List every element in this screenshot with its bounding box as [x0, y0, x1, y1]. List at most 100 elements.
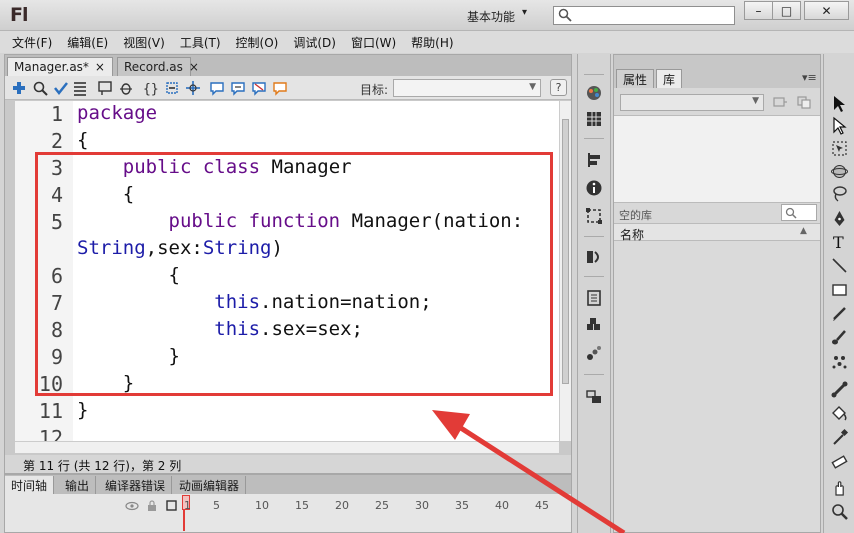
library-column-header[interactable]: 名称 ▲	[614, 223, 820, 242]
dock-divider	[584, 276, 604, 277]
lasso-tool-icon[interactable]	[830, 184, 849, 203]
align-icon[interactable]	[585, 151, 603, 169]
swatches-icon[interactable]	[585, 110, 603, 128]
expand-all-icon[interactable]	[185, 80, 201, 96]
pen-tool-icon[interactable]	[830, 209, 849, 228]
code-snippets-icon[interactable]	[585, 248, 603, 266]
workspace-switcher[interactable]: 基本功能	[467, 8, 515, 25]
line-number: 2	[50, 129, 63, 153]
remove-comment-icon[interactable]	[251, 80, 267, 96]
selection-tool-icon[interactable]	[830, 94, 849, 113]
sort-ascending-icon[interactable]: ▲	[800, 226, 807, 236]
paint-bucket-tool-icon[interactable]	[830, 404, 849, 423]
line-tool-icon[interactable]	[830, 256, 849, 275]
find-icon[interactable]	[32, 80, 48, 96]
text-tool-icon[interactable]: T	[830, 232, 849, 251]
menu-control[interactable]: 控制(O)	[236, 34, 279, 51]
library-document-select[interactable]: ▼	[620, 94, 764, 111]
frame-ruler[interactable]: 1 5 10 15 20 25 30 35 40 45	[5, 494, 571, 532]
components-icon[interactable]	[585, 289, 603, 307]
frame-number: 30	[415, 499, 429, 512]
tab-output[interactable]: 输出	[59, 476, 97, 494]
dock-divider	[584, 74, 604, 75]
add-statement-icon[interactable]	[11, 80, 27, 96]
help-icon[interactable]: ?	[550, 79, 567, 96]
info-icon[interactable]	[585, 179, 603, 197]
close-icon[interactable]: ×	[95, 60, 105, 74]
apply-line-comment-icon[interactable]	[230, 80, 246, 96]
horizontal-scrollbar[interactable]	[15, 441, 559, 453]
pencil-tool-icon[interactable]	[830, 304, 849, 323]
code-token: {	[77, 129, 89, 151]
code-token: }	[122, 372, 135, 394]
bone-tool-icon[interactable]	[830, 380, 849, 399]
tab-motion-editor[interactable]: 动画编辑器	[173, 476, 247, 494]
eyedropper-tool-icon[interactable]	[830, 428, 849, 447]
library-preview	[614, 115, 820, 203]
minimize-button[interactable]: –	[744, 1, 773, 20]
tab-compiler-errors[interactable]: 编译器错误	[99, 476, 173, 494]
auto-format-icon[interactable]	[72, 80, 88, 96]
lock-icon[interactable]	[147, 500, 157, 512]
library-item-list[interactable]	[614, 241, 820, 532]
movie-explorer-icon[interactable]	[585, 387, 603, 405]
apply-block-comment-icon[interactable]	[209, 80, 225, 96]
zoom-tool-icon[interactable]	[830, 502, 849, 521]
panel-menu-icon[interactable]: ▾≡	[802, 71, 817, 84]
motion-presets-icon[interactable]	[585, 344, 603, 362]
chevron-down-icon[interactable]: ▾	[522, 7, 527, 18]
menu-view[interactable]: 视图(V)	[123, 34, 165, 51]
search-input[interactable]	[553, 6, 735, 25]
tab-manager-as[interactable]: Manager.as* ×	[7, 57, 113, 76]
scrollbar-thumb[interactable]	[562, 119, 569, 384]
eraser-tool-icon[interactable]	[830, 452, 849, 471]
3d-rotation-tool-icon[interactable]	[830, 162, 849, 181]
collapse-selection-icon[interactable]	[164, 80, 180, 96]
component-inspector-icon[interactable]	[585, 316, 603, 334]
tab-label: Record.as	[124, 60, 183, 74]
tab-library[interactable]: 库	[656, 69, 683, 88]
menu-edit[interactable]: 编辑(E)	[67, 34, 108, 51]
code-hint-icon[interactable]	[97, 80, 113, 96]
svg-text:T: T	[833, 233, 844, 251]
collapse-braces-icon[interactable]: {}	[143, 80, 159, 96]
menu-file[interactable]: 文件(F)	[12, 34, 52, 51]
target-select[interactable]: ▼	[393, 79, 541, 97]
tab-timeline[interactable]: 时间轴	[5, 476, 55, 494]
deco-tool-icon[interactable]	[830, 352, 849, 371]
hand-tool-icon[interactable]	[830, 478, 849, 497]
debug-options-icon[interactable]	[118, 80, 134, 96]
menu-help[interactable]: 帮助(H)	[411, 34, 453, 51]
new-library-panel-icon[interactable]	[796, 95, 812, 109]
vertical-scrollbar[interactable]	[559, 101, 571, 441]
close-icon[interactable]: ×	[189, 60, 199, 74]
color-icon[interactable]	[585, 84, 603, 102]
pin-library-icon[interactable]	[772, 95, 788, 109]
transform-icon[interactable]	[585, 207, 603, 225]
code-token: )	[271, 237, 283, 259]
check-syntax-icon[interactable]	[53, 80, 69, 96]
menu-tools[interactable]: 工具(T)	[180, 34, 221, 51]
title-bar: Fl 基本功能 ▾ – □ ✕	[0, 0, 854, 31]
outline-icon[interactable]	[166, 500, 177, 511]
code-line: }	[77, 372, 134, 394]
rectangle-tool-icon[interactable]	[830, 280, 849, 299]
svg-text:{}: {}	[143, 82, 159, 96]
code-editor[interactable]: 1 2 3 4 5 6 7 8 9 10 11 12 package{ public class Ma…	[15, 101, 559, 441]
close-button[interactable]: ✕	[804, 1, 849, 20]
maximize-button[interactable]: □	[772, 1, 801, 20]
brush-tool-icon[interactable]	[830, 328, 849, 347]
menu-debug[interactable]: 调试(D)	[293, 34, 336, 51]
tab-record-as[interactable]: Record.as ×	[117, 57, 199, 76]
subselection-tool-icon[interactable]	[830, 116, 849, 135]
library-search-input[interactable]	[781, 204, 817, 221]
chevron-down-icon: ▼	[752, 96, 759, 106]
menu-window[interactable]: 窗口(W)	[351, 34, 396, 51]
timeline-tab-strip: 时间轴 输出 编译器错误 动画编辑器	[5, 475, 571, 494]
script-assist-icon[interactable]	[272, 80, 288, 96]
tab-properties[interactable]: 属性	[616, 69, 655, 88]
eye-icon[interactable]	[125, 500, 139, 512]
free-transform-tool-icon[interactable]	[830, 139, 849, 158]
